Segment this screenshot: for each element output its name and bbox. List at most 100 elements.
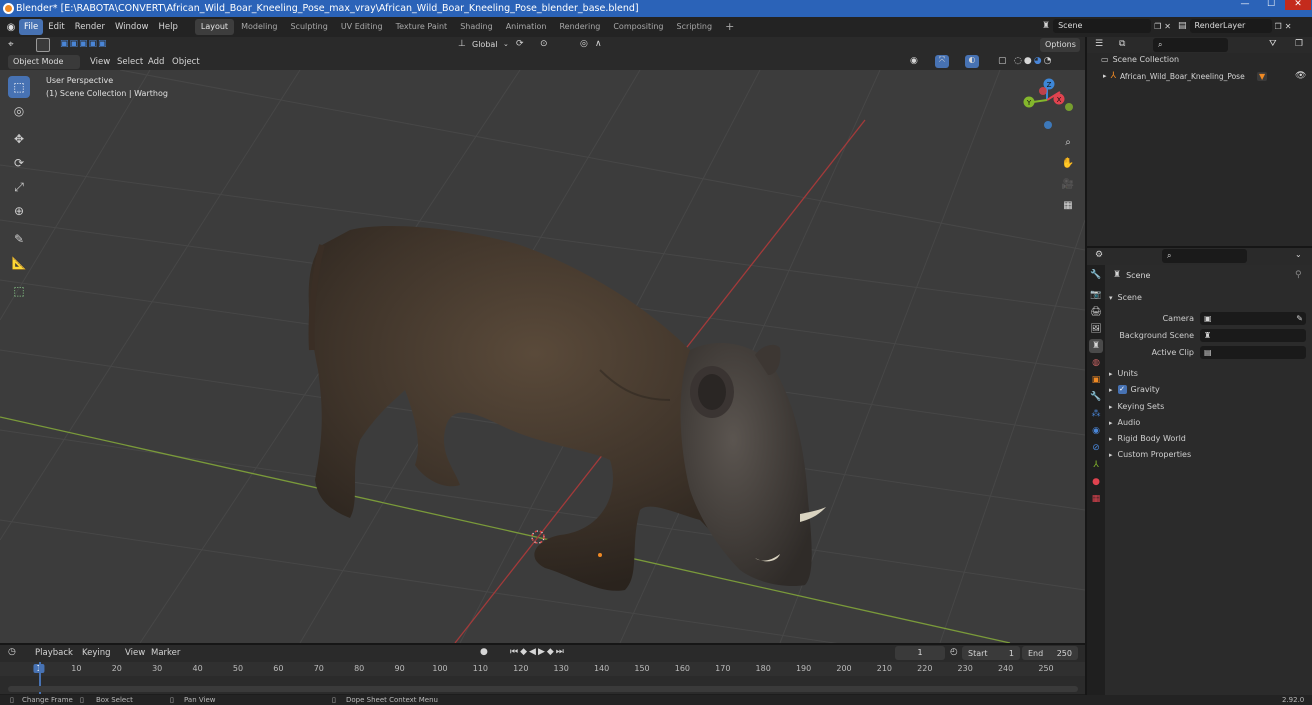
constraints-tab-icon[interactable]: ⊘	[1089, 441, 1103, 455]
rigid-body-panel-header[interactable]: ▸ Rigid Body World	[1109, 431, 1307, 446]
tab-modeling[interactable]: Modeling	[235, 19, 283, 35]
material-tab-icon[interactable]: ●	[1089, 475, 1103, 489]
new-collection-icon[interactable]: ❐	[1295, 39, 1303, 49]
tab-scripting[interactable]: Scripting	[671, 19, 719, 35]
timeline-editor-icon[interactable]: ◷	[8, 647, 16, 657]
tab-animation[interactable]: Animation	[500, 19, 553, 35]
object-tab-icon[interactable]: ▣	[1089, 373, 1103, 387]
xray-icon[interactable]: ▢	[998, 56, 1007, 66]
add-workspace-button[interactable]: +	[719, 19, 740, 35]
transform-tool-icon[interactable]: ⊕	[8, 200, 30, 222]
data-tab-icon[interactable]: ⅄	[1089, 458, 1103, 472]
menu-help[interactable]: Help	[153, 19, 182, 35]
keying-sets-panel-header[interactable]: ▸ Keying Sets	[1109, 399, 1307, 414]
filter-icon[interactable]: ⛛	[1269, 39, 1277, 49]
end-frame-field[interactable]: End 250	[1022, 646, 1078, 660]
tab-sculpting[interactable]: Sculpting	[284, 19, 333, 35]
eyedropper-icon[interactable]: ✎	[1296, 312, 1303, 325]
view-layer-tab-icon[interactable]: 🖼	[1089, 322, 1103, 336]
shading-mode-icons[interactable]: ◌●◕◔	[1014, 56, 1053, 66]
units-panel-header[interactable]: ▸ Units	[1109, 366, 1307, 381]
background-scene-field[interactable]: ♜	[1200, 329, 1306, 342]
proportional-edit-icon[interactable]: ◎	[580, 39, 588, 49]
view-layer-field[interactable]: RenderLayer	[1189, 19, 1272, 33]
clock-icon[interactable]: ◴	[950, 647, 958, 657]
start-frame-field[interactable]: Start 1	[962, 646, 1020, 660]
scale-tool-icon[interactable]: ⤢	[8, 176, 30, 198]
overlay-toggle-icon[interactable]: ◐	[965, 55, 979, 68]
minimize-button[interactable]: —	[1232, 0, 1258, 10]
world-tab-icon[interactable]: ◍	[1089, 356, 1103, 370]
modifier-tab-icon[interactable]: 🔧	[1089, 390, 1103, 404]
output-tab-icon[interactable]: 🖨	[1089, 305, 1103, 319]
move-tool-icon[interactable]: ✥	[8, 128, 30, 150]
record-icon[interactable]: ●	[480, 647, 488, 657]
remove-scene-icon[interactable]: ✕	[1164, 22, 1171, 31]
pin-icon[interactable]: ⚲	[1295, 270, 1302, 280]
snap-icon[interactable]: ⊙	[540, 39, 548, 49]
menu-object[interactable]: Object	[167, 54, 205, 70]
close-button[interactable]: ✕	[1285, 0, 1311, 10]
menu-edit[interactable]: Edit	[43, 19, 69, 35]
menu-window[interactable]: Window	[110, 19, 154, 35]
zoom-icon[interactable]: ⌕	[1059, 133, 1077, 151]
menu-add[interactable]: Add	[143, 54, 169, 70]
timeline[interactable]: 1102030405060708090100110120130140150160…	[0, 662, 1085, 694]
pose-data-icon[interactable]: ▼	[1257, 71, 1268, 81]
tool-tab-icon[interactable]: 🔧	[1089, 268, 1103, 282]
texture-tab-icon[interactable]: ▦	[1089, 492, 1103, 506]
select-box-tool-icon[interactable]: ⬚	[8, 76, 30, 98]
active-clip-field[interactable]: ▤	[1200, 346, 1306, 359]
tab-uv-editing[interactable]: UV Editing	[335, 19, 389, 35]
pan-hand-icon[interactable]: ✋	[1059, 154, 1077, 172]
rotate-tool-icon[interactable]: ⟳	[8, 152, 30, 174]
custom-properties-panel-header[interactable]: ▸ Custom Properties	[1109, 447, 1307, 462]
scene-field[interactable]: Scene	[1053, 19, 1152, 33]
properties-search-input[interactable]: ⌕	[1162, 249, 1247, 263]
current-frame-field[interactable]: 1	[895, 646, 945, 660]
measure-tool-icon[interactable]: 📐	[8, 252, 30, 274]
outliner-editor-icon[interactable]: ☰	[1095, 39, 1103, 49]
scene-panel-header[interactable]: ▾ Scene	[1109, 290, 1307, 305]
select-mode-icons[interactable]: ▣▣▣▣▣	[60, 39, 108, 49]
playback-controls-icons[interactable]: ⏮◆◀▶◆⏭	[510, 647, 566, 657]
tab-texture-paint[interactable]: Texture Paint	[390, 19, 454, 35]
menu-view[interactable]: View	[85, 54, 115, 70]
visibility-icon[interactable]: ◉	[910, 56, 918, 66]
render-tab-icon[interactable]: 📷	[1089, 288, 1103, 302]
falloff-icon[interactable]: ∧	[595, 39, 602, 49]
camera-field[interactable]: ▣ ✎	[1200, 312, 1306, 325]
3d-viewport[interactable]: Z X Y User Perspective (1) Scene Collect…	[0, 70, 1085, 643]
tab-compositing[interactable]: Compositing	[607, 19, 669, 35]
ortho-grid-icon[interactable]: ▦	[1059, 196, 1077, 214]
add-cube-tool-icon[interactable]: ⬚	[8, 280, 30, 302]
transform-orientation[interactable]: Global	[472, 40, 498, 49]
scene-tab-icon[interactable]: ♜	[1089, 339, 1103, 353]
eye-visibility-icon[interactable]: 👁	[1295, 71, 1306, 81]
physics-tab-icon[interactable]: ◉	[1089, 424, 1103, 438]
object-mode-dropdown[interactable]: Object Mode	[8, 55, 80, 69]
frame-ruler[interactable]: 1102030405060708090100110120130140150160…	[0, 662, 1085, 676]
new-layer-icon[interactable]: ❐	[1275, 22, 1282, 31]
annotate-tool-icon[interactable]: ✎	[8, 228, 30, 250]
outliner-item[interactable]: ▸ ⅄ African_Wild_Boar_Kneeling_Pose ▼ 👁	[1103, 69, 1308, 83]
pivot-icon[interactable]: ⟳	[516, 39, 524, 49]
editor-type-icon[interactable]: ⌖	[8, 39, 14, 50]
maximize-button[interactable]: ☐	[1258, 0, 1284, 10]
outliner-root[interactable]: ▭ Scene Collection	[1101, 55, 1179, 64]
select-tool-icon[interactable]	[36, 38, 50, 52]
outliner-search-input[interactable]: ⌕	[1153, 38, 1228, 52]
menu-playback[interactable]: Playback	[30, 645, 78, 661]
tab-layout[interactable]: Layout	[194, 19, 235, 35]
gravity-checkbox[interactable]: ✓	[1117, 385, 1127, 394]
gravity-panel-header[interactable]: ▸ ✓ Gravity	[1109, 382, 1307, 397]
chevron-down-icon[interactable]: ⌄	[1295, 250, 1302, 259]
menu-keying[interactable]: Keying	[77, 645, 116, 661]
gizmo-toggle-icon[interactable]: ⤧	[935, 55, 949, 68]
tab-rendering[interactable]: Rendering	[553, 19, 606, 35]
display-mode-icon[interactable]: ⧉	[1119, 39, 1125, 49]
timeline-scrollbar[interactable]	[8, 686, 1078, 692]
camera-view-icon[interactable]: 🎥	[1059, 175, 1077, 193]
new-scene-icon[interactable]: ❐	[1154, 22, 1161, 31]
blender-menu-icon[interactable]: ◉	[3, 22, 19, 33]
